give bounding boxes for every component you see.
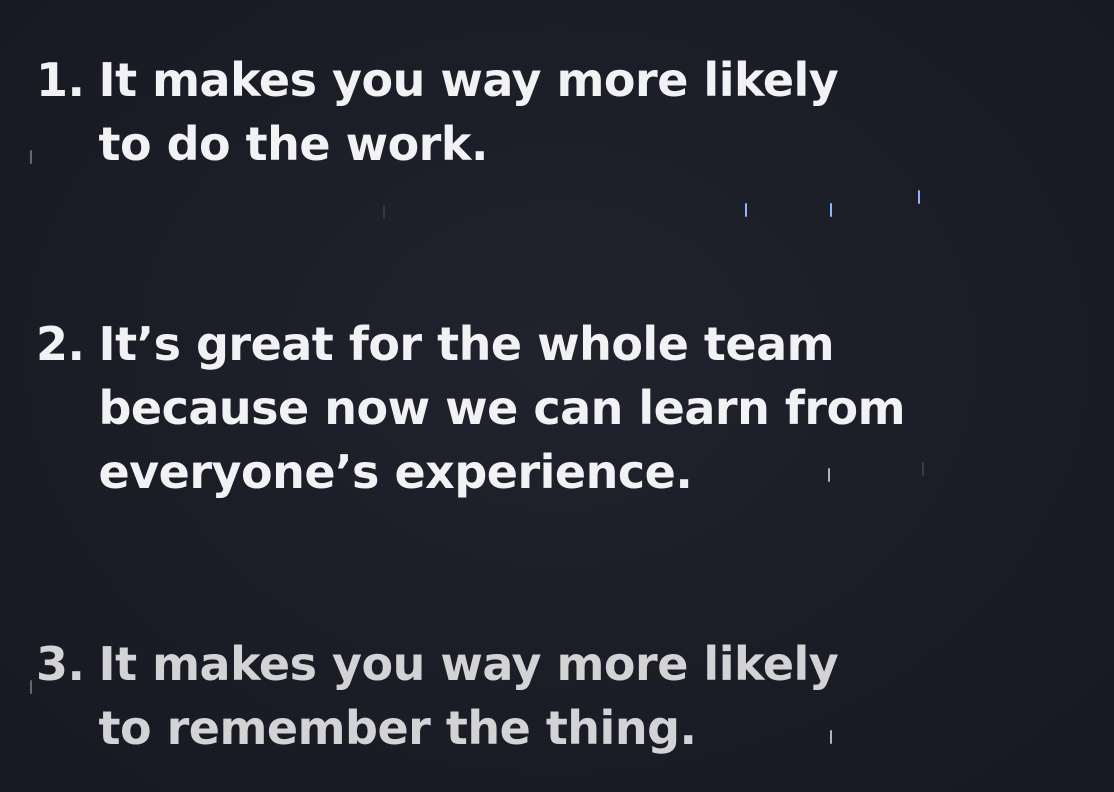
decorative-tick [383, 205, 385, 219]
list-item-1: 1. It makes you way more likely to do th… [36, 48, 839, 176]
decorative-tick [830, 730, 832, 744]
decorative-tick [922, 462, 924, 476]
list-item-line: to remember the thing. [98, 701, 697, 755]
list-item-line: It’s great for the whole team [98, 317, 835, 371]
list-item-line: It makes you way more likely [98, 637, 839, 691]
decorative-tick [830, 203, 832, 217]
list-item-line: It makes you way more likely [98, 53, 839, 107]
list-item-number: 3. [36, 637, 85, 691]
decorative-tick [828, 468, 830, 482]
list-item-text: It makes you way more likely to remember… [98, 632, 838, 760]
list-item-number: 2. [36, 317, 85, 371]
decorative-tick [745, 203, 747, 217]
list-item-2: 2. It’s great for the whole team because… [36, 312, 906, 504]
slide-background: 1. It makes you way more likely to do th… [0, 0, 1114, 792]
decorative-tick [30, 150, 32, 164]
list-item-number: 1. [36, 53, 85, 107]
decorative-tick [30, 680, 32, 694]
list-item-line: because now we can learn from [98, 381, 906, 435]
decorative-tick [918, 190, 920, 204]
list-item-text: It makes you way more likely to do the w… [98, 48, 838, 176]
list-item-text: It’s great for the whole team because no… [98, 312, 905, 504]
list-item-3: 3. It makes you way more likely to remem… [36, 632, 839, 760]
list-item-line: everyone’s experience. [98, 445, 693, 499]
list-item-line: to do the work. [98, 117, 488, 171]
